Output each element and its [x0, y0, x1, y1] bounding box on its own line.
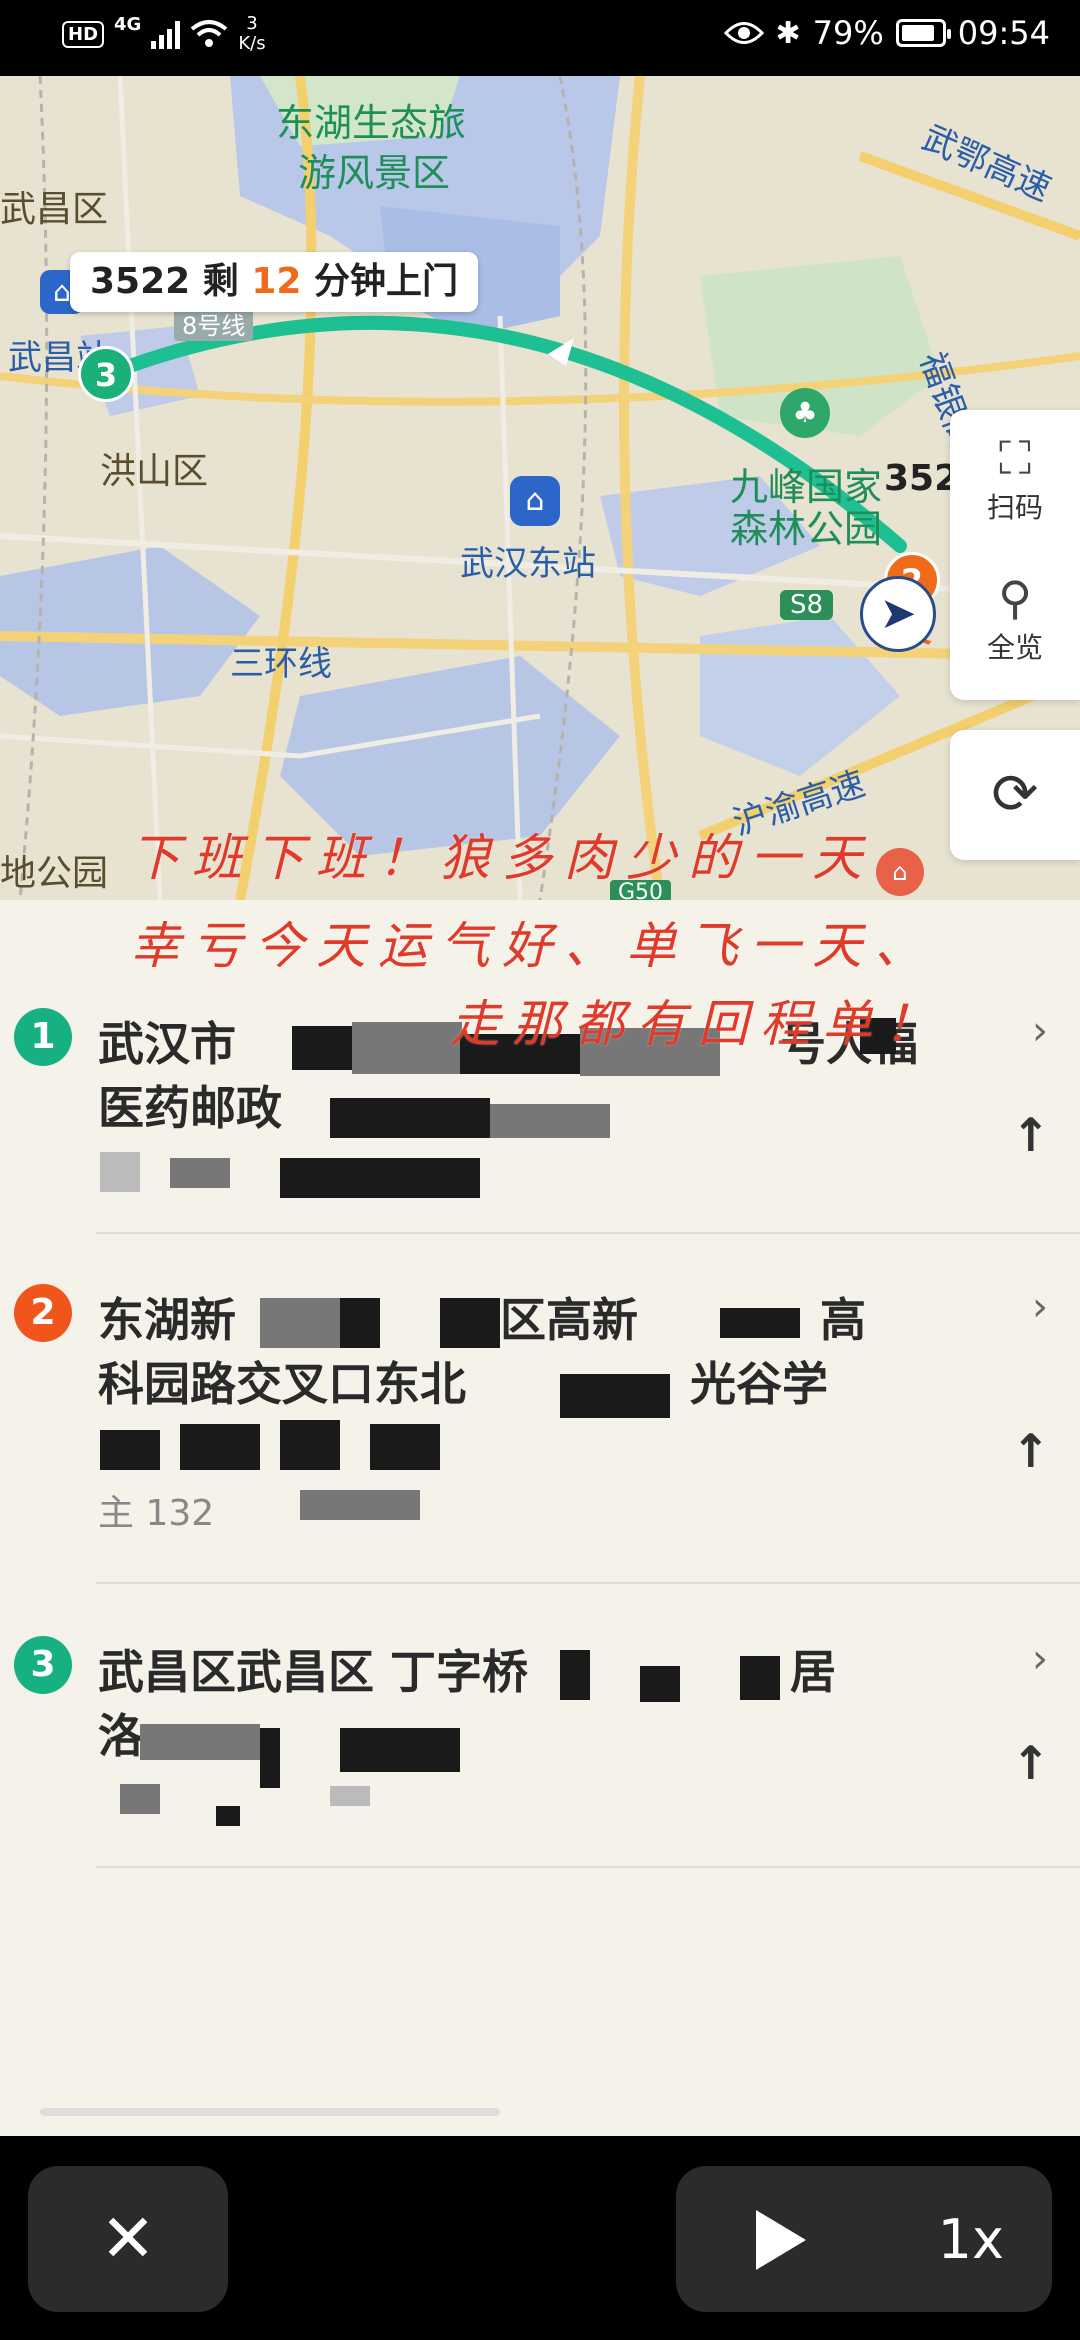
overview-button[interactable]: ⚲ 全览	[950, 570, 1080, 666]
wifi-icon	[191, 20, 228, 47]
privacy-mosaic	[370, 1424, 440, 1470]
refresh-icon: ⟳	[991, 762, 1039, 827]
poi-icon: ⌂	[876, 848, 924, 896]
overlay-text-line3: 走那都有回程单！	[450, 995, 946, 1053]
battery-icon	[895, 19, 951, 47]
chevron-right-icon[interactable]: ›	[1032, 1284, 1048, 1330]
eta-suffix: 分钟上门	[313, 261, 458, 302]
order-address-line1c: 高	[820, 1293, 866, 1347]
order-address-line1: 武汉市	[98, 1017, 236, 1071]
map-label-jiufeng-2: 森林公园	[730, 507, 883, 551]
order-address-line2b: 光谷学	[690, 1357, 828, 1411]
map-label-hongshan: 洪山区	[100, 451, 209, 492]
privacy-mosaic	[330, 1786, 370, 1806]
map-side-panel: ⛶ 扫码 ⚲ 全览	[950, 410, 1080, 700]
privacy-mosaic	[260, 1298, 340, 1348]
privacy-mosaic	[280, 1158, 480, 1198]
privacy-mosaic	[140, 1724, 260, 1760]
eta-minutes: 12	[251, 261, 302, 302]
current-location-arrow-icon: ➤	[860, 576, 936, 652]
move-up-icon[interactable]: ↑	[1011, 1736, 1050, 1790]
rate-unit: K/s	[238, 33, 266, 54]
status-bar: HD 4G 3 K/s ✱ 79% 09:54	[0, 0, 1080, 76]
order-list: 1 武汉市 号人福 医药邮政 › ↑ 2 东湖新 区高新 高 科园路交叉口东北 …	[0, 900, 1080, 2136]
scan-icon: ⛶	[998, 431, 1032, 485]
bluetooth-icon: ✱	[775, 15, 801, 51]
route-eta-pill: 3522 剩 12 分钟上门	[70, 252, 478, 312]
privacy-mosaic	[352, 1022, 462, 1074]
privacy-mosaic	[560, 1374, 670, 1418]
privacy-mosaic	[740, 1656, 780, 1700]
battery-percent: 79%	[812, 14, 884, 52]
station-icon: ⌂	[510, 476, 560, 526]
privacy-mosaic	[340, 1298, 380, 1348]
overview-label: 全览	[986, 631, 1043, 664]
video-progress-bar[interactable]	[40, 2108, 500, 2116]
route-stop-3[interactable]: 3	[78, 346, 134, 402]
order-number-badge: 2	[14, 1284, 72, 1342]
privacy-mosaic	[300, 1490, 420, 1520]
scan-label: 扫码	[986, 491, 1043, 524]
privacy-mosaic	[120, 1784, 160, 1814]
map-label-wuhan-east: 武汉东站	[460, 544, 596, 584]
scan-button[interactable]: ⛶ 扫码	[950, 430, 1080, 526]
overlay-text-line2: 幸亏今天运气好、单飞一天、	[130, 917, 936, 975]
signal-icon	[151, 19, 181, 49]
order-address-line4: 主 132	[98, 1493, 215, 1534]
privacy-mosaic	[640, 1666, 680, 1702]
privacy-mosaic	[440, 1298, 500, 1348]
privacy-mosaic	[170, 1158, 230, 1188]
map-label-352: 352	[884, 458, 960, 499]
privacy-mosaic	[100, 1152, 140, 1192]
order-number-badge: 3	[14, 1636, 72, 1694]
divider	[96, 1232, 1080, 1234]
move-up-icon[interactable]: ↑	[1011, 1424, 1050, 1478]
rate-value: 3	[246, 13, 258, 34]
player-controls: ✕ 1x	[0, 2136, 1080, 2340]
map-label-donghu: 东湖生态旅	[276, 101, 467, 145]
map-label-wuchangqu: 武昌区	[0, 189, 109, 230]
overview-icon: ⚲	[998, 571, 1032, 625]
privacy-mosaic	[216, 1806, 240, 1826]
park-icon: ♣	[780, 388, 830, 438]
move-up-icon[interactable]: ↑	[1011, 1108, 1050, 1162]
chevron-right-icon[interactable]: ›	[1032, 1636, 1048, 1682]
map-label-ring3: 三环线	[230, 644, 332, 684]
eye-icon	[723, 22, 764, 44]
order-id: 3522	[90, 261, 191, 302]
close-icon: ✕	[100, 2200, 156, 2277]
privacy-mosaic	[490, 1104, 610, 1138]
privacy-mosaic	[180, 1424, 260, 1470]
clock: 09:54	[957, 14, 1050, 52]
overlay-text-line1: 下班下班！狼多肉少的一天	[130, 829, 874, 887]
hd-icon: HD	[62, 20, 105, 48]
close-button[interactable]: ✕	[28, 2166, 228, 2312]
privacy-mosaic	[100, 1430, 160, 1470]
chevron-right-icon[interactable]: ›	[1032, 1008, 1048, 1054]
privacy-mosaic	[280, 1420, 340, 1470]
map-label-s8: S8	[780, 590, 834, 620]
speed-button[interactable]: 1x	[938, 2210, 1004, 2270]
privacy-mosaic	[292, 1026, 352, 1070]
privacy-mosaic	[330, 1098, 490, 1138]
privacy-mosaic	[560, 1650, 590, 1700]
network-type: 4G	[114, 13, 142, 35]
network-rate: 3 K/s	[238, 14, 265, 54]
order-address-line1b: 区高新	[500, 1293, 638, 1347]
map-view[interactable]: 东湖生态旅 游风景区 武昌区 武昌站 洪山区 武汉东站 三环线 九峰国家 森林公…	[0, 76, 1080, 900]
order-number-badge: 1	[14, 1008, 72, 1066]
divider	[96, 1582, 1080, 1584]
privacy-mosaic	[260, 1728, 280, 1788]
divider	[96, 1866, 1080, 1868]
play-button[interactable]	[756, 2210, 806, 2270]
refresh-button[interactable]: ⟳	[950, 730, 1080, 860]
playback-controls: 1x	[676, 2166, 1052, 2312]
eta-prefix: 剩	[202, 261, 239, 302]
privacy-mosaic	[340, 1728, 460, 1772]
map-label-donghu-2: 游风景区	[298, 151, 451, 195]
order-address-line1b: 居	[790, 1645, 836, 1699]
privacy-mosaic	[720, 1308, 800, 1338]
map-label-park: 地公园	[0, 853, 109, 894]
